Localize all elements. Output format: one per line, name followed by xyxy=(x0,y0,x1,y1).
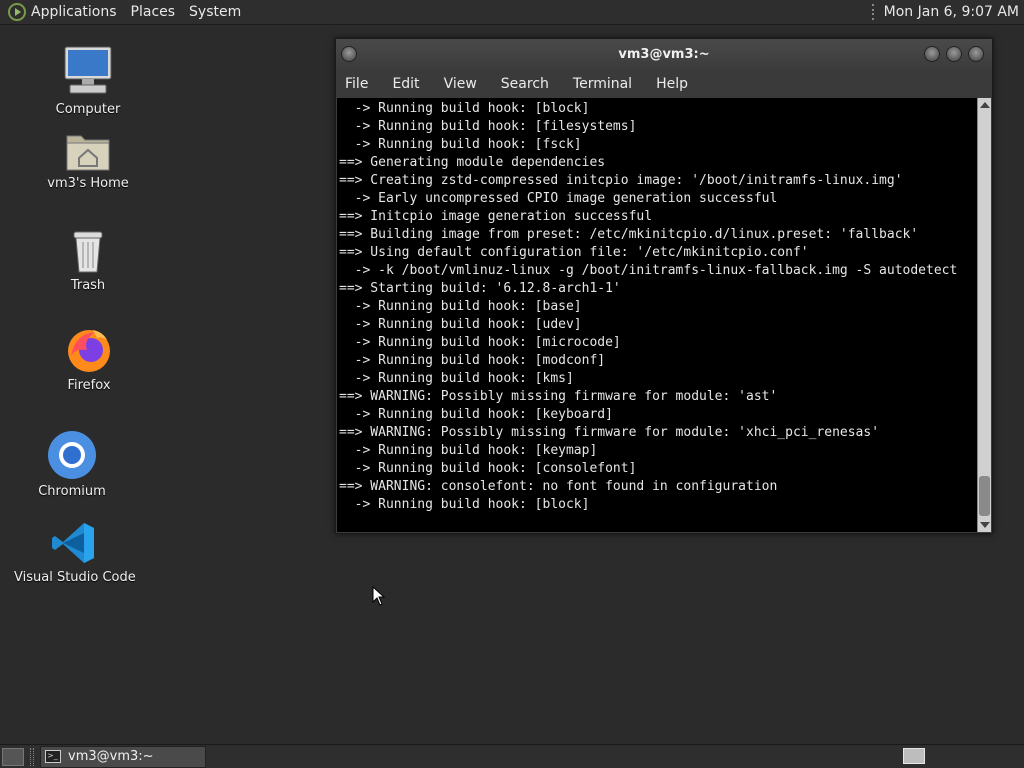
applications-menu[interactable]: Applications xyxy=(31,0,125,25)
terminal-window[interactable]: vm3@vm3:~ File Edit View Search Terminal… xyxy=(335,38,993,534)
menu-file[interactable]: File xyxy=(345,76,368,92)
panel-separator xyxy=(871,4,876,20)
terminal-line: ==> WARNING: consolefont: no font found … xyxy=(339,479,778,494)
window-title: vm3@vm3:~ xyxy=(618,47,710,62)
desktop-icon-computer[interactable]: Computer xyxy=(28,44,148,117)
terminal-line: -> Running build hook: [block] xyxy=(339,101,590,116)
desktop-icon-label: Chromium xyxy=(38,484,106,499)
minimize-icon[interactable] xyxy=(924,46,940,62)
computer-icon xyxy=(64,46,112,94)
terminal-line: -> -k /boot/vmlinuz-linux -g /boot/initr… xyxy=(339,263,958,278)
desktop-icon-chromium[interactable]: Chromium xyxy=(12,430,132,499)
desktop-icon-home[interactable]: vm3's Home xyxy=(28,128,148,191)
desktop-icon-firefox[interactable]: Firefox xyxy=(29,326,149,393)
firefox-icon xyxy=(68,330,110,372)
menu-edit[interactable]: Edit xyxy=(392,76,419,92)
terminal-titlebar[interactable]: vm3@vm3:~ xyxy=(336,39,992,70)
desktop-icon-label: vm3's Home xyxy=(47,176,129,191)
terminal-line: ==> Building image from preset: /etc/mki… xyxy=(339,227,919,242)
clock[interactable]: Mon Jan 6, 9:07 AM xyxy=(884,4,1024,20)
menu-view[interactable]: View xyxy=(444,76,477,92)
desktop-icon-vscode[interactable]: Visual Studio Code xyxy=(14,520,136,585)
desktop-icon-label: Visual Studio Code xyxy=(14,570,136,585)
terminal-line: ==> WARNING: Possibly missing firmware f… xyxy=(339,389,778,404)
bottom-panel: >_ vm3@vm3:~ xyxy=(0,744,1024,768)
terminal-line: -> Early uncompressed CPIO image generat… xyxy=(339,191,778,206)
menu-search[interactable]: Search xyxy=(501,76,549,92)
home-folder-icon xyxy=(66,135,110,171)
trash-icon xyxy=(73,231,103,273)
terminal-line: -> Running build hook: [fsck] xyxy=(339,137,582,152)
terminal-line: -> Running build hook: [modconf] xyxy=(339,353,606,368)
scrollbar-thumb[interactable] xyxy=(979,476,990,516)
terminal-line: ==> Creating zstd-compressed initcpio im… xyxy=(339,173,903,188)
terminal-line: -> Running build hook: [udev] xyxy=(339,317,582,332)
menu-terminal[interactable]: Terminal xyxy=(573,76,632,92)
terminal-line: ==> Starting build: '6.12.8-arch1-1' xyxy=(339,281,621,296)
window-menu-icon[interactable] xyxy=(341,46,357,62)
desktop-icon-label: Trash xyxy=(70,278,106,293)
terminal-line: -> Running build hook: [filesystems] xyxy=(339,119,637,134)
close-icon[interactable] xyxy=(968,46,984,62)
terminal-menubar: File Edit View Search Terminal Help xyxy=(336,70,992,98)
terminal-line: -> Running build hook: [block] xyxy=(339,497,590,512)
menu-help[interactable]: Help xyxy=(656,76,688,92)
maximize-icon[interactable] xyxy=(946,46,962,62)
terminal-scrollbar[interactable] xyxy=(977,98,991,532)
taskbar-label: vm3@vm3:~ xyxy=(68,749,154,764)
applications-menu-icon[interactable] xyxy=(7,2,27,22)
desktop-icon-trash[interactable]: Trash xyxy=(28,228,148,293)
terminal-output[interactable]: -> Running build hook: [block] -> Runnin… xyxy=(337,98,978,532)
desktop-icon-label: Firefox xyxy=(67,378,111,393)
terminal-line: ==> Generating module dependencies xyxy=(339,155,606,170)
mouse-cursor-icon xyxy=(372,586,386,606)
workspace-switcher[interactable] xyxy=(903,748,925,764)
top-panel: Applications Places System Mon Jan 6, 9:… xyxy=(0,0,1024,25)
vscode-icon xyxy=(52,523,94,563)
panel-separator xyxy=(30,747,34,766)
terminal-line: -> Running build hook: [consolefont] xyxy=(339,461,637,476)
terminal-line: -> Running build hook: [keymap] xyxy=(339,443,598,458)
terminal-line: -> Running build hook: [microcode] xyxy=(339,335,621,350)
taskbar-terminal-button[interactable]: >_ vm3@vm3:~ xyxy=(40,745,206,768)
terminal-line: ==> Using default configuration file: '/… xyxy=(339,245,809,260)
scroll-up-icon[interactable] xyxy=(980,102,990,108)
terminal-line: ==> Initcpio image generation successful xyxy=(339,209,653,224)
places-menu[interactable]: Places xyxy=(125,0,184,25)
terminal-line: -> Running build hook: [keyboard] xyxy=(339,407,613,422)
chromium-icon xyxy=(48,431,96,479)
desktop-icon-label: Computer xyxy=(55,102,121,117)
terminal-line: -> Running build hook: [base] xyxy=(339,299,582,314)
show-desktop-icon[interactable] xyxy=(2,747,24,766)
terminal-line: ==> WARNING: Possibly missing firmware f… xyxy=(339,425,880,440)
scroll-down-icon[interactable] xyxy=(980,522,990,528)
terminal-icon: >_ xyxy=(45,750,61,763)
terminal-line: -> Running build hook: [kms] xyxy=(339,371,574,386)
system-menu[interactable]: System xyxy=(183,0,249,25)
